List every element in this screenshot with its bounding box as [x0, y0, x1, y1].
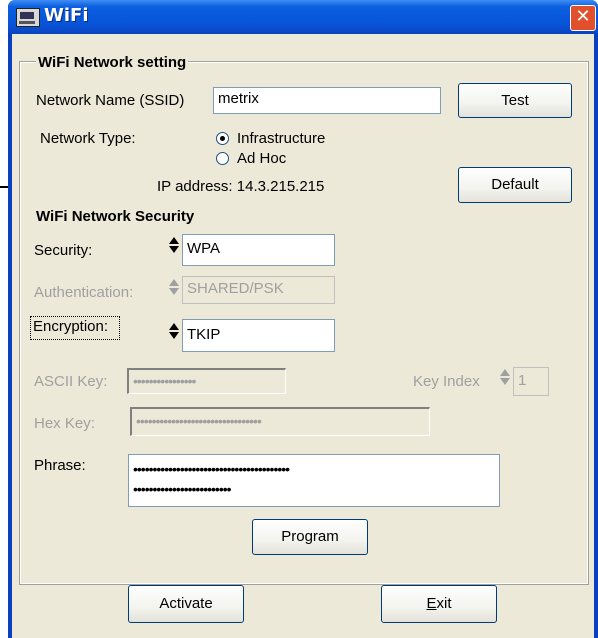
network-section-title: WiFi Network setting	[36, 54, 189, 71]
ssid-input[interactable]: metrix	[213, 87, 441, 114]
default-button[interactable]: Default	[458, 167, 572, 203]
activate-button-label: Activate	[159, 595, 213, 612]
hex-key-input[interactable]: ••••••••••••••••••••••••••••••••	[130, 407, 430, 436]
program-button-label: Program	[281, 528, 339, 545]
security-label: Security:	[34, 242, 93, 259]
authentication-value[interactable]: SHARED/PSK	[182, 276, 335, 304]
phrase-line-2: •••••••••••••••••••••••••	[133, 481, 232, 497]
hex-key-label: Hex Key:	[34, 415, 95, 432]
encryption-label: Encryption:	[33, 318, 109, 335]
program-button[interactable]: Program	[252, 519, 368, 555]
close-icon: ✕	[575, 6, 591, 27]
security-value[interactable]: WPA	[182, 234, 335, 266]
phrase-label: Phrase:	[34, 457, 86, 474]
infrastructure-radio[interactable]	[216, 132, 229, 145]
infrastructure-label: Infrastructure	[237, 130, 326, 147]
window-title: WiFi	[44, 5, 89, 26]
encryption-spinner[interactable]	[168, 323, 180, 339]
key-index-spinner[interactable]	[499, 369, 511, 385]
key-index-value[interactable]: 1	[513, 367, 549, 396]
exit-button[interactable]: Exit	[381, 585, 497, 623]
phrase-line-1: ••••••••••••••••••••••••••••••••••••••••	[133, 461, 290, 477]
phrase-input[interactable]: ••••••••••••••••••••••••••••••••••••••••…	[128, 454, 500, 507]
ascii-key-label: ASCII Key:	[34, 373, 108, 390]
default-button-label: Default	[491, 176, 539, 193]
exit-button-label: Exit	[426, 586, 451, 622]
title-bar[interactable]: WiFi ✕	[8, 0, 598, 34]
adhoc-radio[interactable]	[216, 152, 229, 165]
test-button[interactable]: Test	[458, 83, 572, 118]
test-button-label: Test	[501, 92, 529, 109]
authentication-spinner[interactable]	[168, 279, 180, 295]
security-spinner[interactable]	[168, 237, 180, 253]
activate-button[interactable]: Activate	[128, 585, 244, 623]
network-card-icon	[16, 8, 40, 27]
exit-label-rest: xit	[436, 595, 452, 612]
close-button[interactable]: ✕	[570, 5, 596, 31]
ascii-key-input[interactable]: ••••••••••••••••	[127, 368, 286, 394]
wifi-window: WiFi ✕ WiFi Network setting Network Name…	[8, 0, 598, 638]
encryption-value[interactable]: TKIP	[182, 319, 335, 352]
adhoc-label: Ad Hoc	[237, 150, 287, 167]
ssid-label: Network Name (SSID)	[36, 92, 185, 109]
key-index-label: Key Index	[413, 373, 480, 390]
authentication-label: Authentication:	[34, 284, 134, 301]
security-section-title: WiFi Network Security	[34, 208, 197, 225]
dialog-client-area: WiFi Network setting Network Name (SSID)…	[12, 34, 594, 638]
ip-address-text: IP address: 14.3.215.215	[157, 178, 325, 195]
network-type-label: Network Type:	[40, 130, 136, 147]
exit-mnemonic: E	[426, 595, 437, 612]
